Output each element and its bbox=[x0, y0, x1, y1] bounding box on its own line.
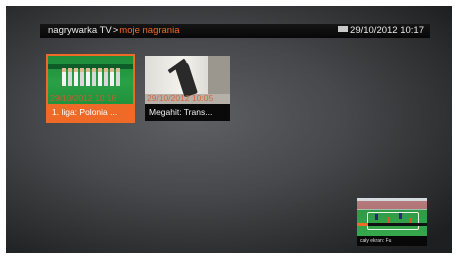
header-bar: nagrywarka TV>moje nagrania 29/10/2012 1… bbox=[40, 24, 430, 38]
breadcrumb-separator: > bbox=[112, 25, 119, 36]
recording-tile-2[interactable]: 29/10/2012 10:05 Megahit: Trans... bbox=[145, 56, 230, 121]
preview-caption: cały ekran: Fu bbox=[357, 236, 427, 246]
live-preview[interactable]: cały ekran: Fu bbox=[357, 198, 427, 246]
recording-thumbnail: 29/10/2012 10:05 bbox=[145, 56, 230, 104]
tv-screen: nagrywarka TV>moje nagrania 29/10/2012 1… bbox=[6, 6, 452, 253]
breadcrumb-root[interactable]: nagrywarka TV bbox=[48, 25, 112, 36]
preview-progress-bar bbox=[357, 223, 427, 226]
recording-tile-1[interactable]: 29/10/2012 10:16 1. liga: Polonia ... bbox=[46, 54, 135, 123]
live-preview-image bbox=[357, 198, 427, 236]
recording-timestamp: 29/10/2012 10:16 bbox=[50, 93, 117, 103]
clock: 29/10/2012 10:17 bbox=[338, 25, 424, 37]
clock-datetime: 29/10/2012 10:17 bbox=[350, 25, 424, 36]
recording-title: 1. liga: Polonia ... bbox=[48, 104, 133, 121]
breadcrumb: nagrywarka TV>moje nagrania bbox=[48, 25, 180, 37]
recording-timestamp: 29/10/2012 10:05 bbox=[147, 93, 214, 103]
recording-title: Megahit: Trans... bbox=[145, 104, 230, 121]
envelope-icon bbox=[338, 26, 349, 33]
breadcrumb-current: moje nagrania bbox=[119, 25, 180, 36]
recording-thumbnail: 29/10/2012 10:16 bbox=[48, 56, 133, 104]
